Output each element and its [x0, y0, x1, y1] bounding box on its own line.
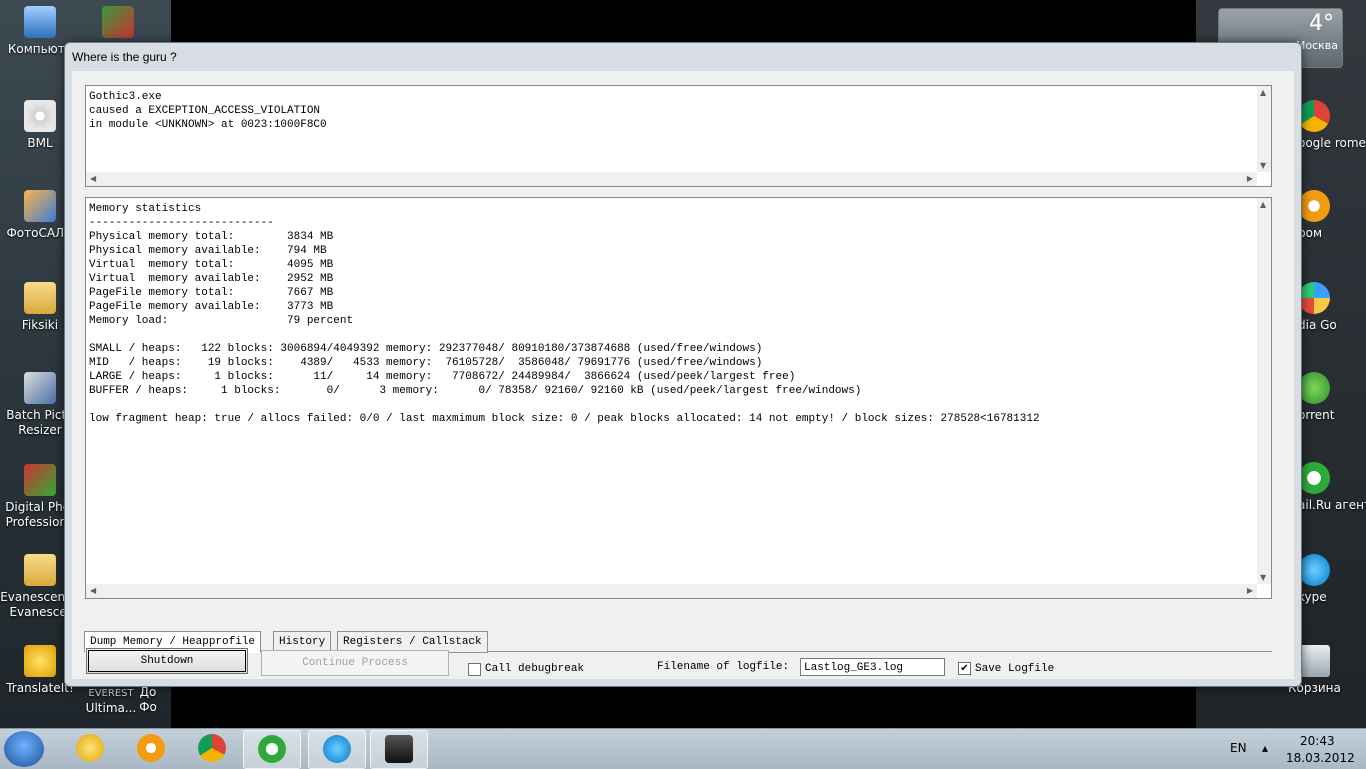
- start-button[interactable]: [4, 731, 44, 767]
- call-debugbreak-label: Call debugbreak: [485, 663, 585, 675]
- desktop-icon-label: Компьюте: [7, 42, 73, 56]
- clock-date[interactable]: 18.03.2012: [1286, 751, 1355, 765]
- scroll-left-icon[interactable]: ◀: [90, 586, 96, 595]
- gothic-icon: [385, 735, 413, 763]
- desktop-icon-label: BML: [27, 136, 53, 150]
- stats-textbox-hscrollbar[interactable]: ◀ ▶: [86, 584, 1257, 598]
- shutdown-button[interactable]: Shutdown: [86, 648, 248, 674]
- error-textbox[interactable]: Gothic3.exe caused a EXCEPTION_ACCESS_VI…: [85, 85, 1272, 187]
- desktop-icon-label: ail.Ru агент: [1298, 498, 1366, 512]
- disc-icon: [24, 100, 56, 132]
- clock-time[interactable]: 20:43: [1300, 734, 1335, 748]
- scroll-down-icon[interactable]: ▼: [1260, 573, 1266, 582]
- window-client-area: Gothic3.exe caused a EXCEPTION_ACCESS_VI…: [72, 71, 1294, 679]
- desktop-icon-label: Fiksiki: [21, 318, 59, 332]
- desktop-icon-label: oogle rome: [1298, 136, 1366, 150]
- error-textbox-vscrollbar[interactable]: ▲ ▼: [1257, 86, 1271, 172]
- desktop-icon-media-go[interactable]: dia Go: [1298, 282, 1366, 333]
- recycle-bin-icon: [1298, 645, 1330, 677]
- scroll-left-icon[interactable]: ◀: [90, 174, 96, 183]
- scroll-down-icon[interactable]: ▼: [1260, 161, 1266, 170]
- folder-icon: [24, 282, 56, 314]
- desktop-icon-chrome[interactable]: oogle rome: [1298, 100, 1366, 151]
- desktop-icon-amigo[interactable]: ром: [1298, 190, 1366, 241]
- desktop-icon-label: Фо: [139, 700, 157, 714]
- language-indicator[interactable]: EN: [1230, 741, 1247, 755]
- desktop-icon-partial[interactable]: До Фо: [128, 685, 168, 715]
- resizer-app-icon: [24, 372, 56, 404]
- taskbar: EN ▴ 20:43 18.03.2012: [0, 728, 1366, 769]
- computer-icon: [24, 6, 56, 38]
- error-text: Gothic3.exe caused a EXCEPTION_ACCESS_VI…: [89, 91, 327, 131]
- taskbar-item-browser[interactable]: [123, 730, 179, 767]
- mail-agent-icon: [258, 735, 286, 763]
- weather-temperature: 4°: [1309, 11, 1334, 36]
- logfile-name-input[interactable]: Lastlog_GE3.log: [800, 658, 945, 676]
- taskbar-item-gothic[interactable]: [370, 730, 428, 769]
- save-logfile-checkbox[interactable]: ✔: [958, 662, 971, 675]
- crash-dialog-window: Where is the guru ? Gothic3.exe caused a…: [64, 42, 1302, 687]
- skype-icon: [323, 735, 351, 763]
- network-icon: [102, 6, 134, 38]
- desktop-icon-mailru-agent[interactable]: ail.Ru агент: [1298, 462, 1366, 513]
- photo-app-icon: [24, 190, 56, 222]
- desktop-icon-label: orrent: [1298, 408, 1335, 422]
- utorrent-icon: [1298, 372, 1330, 404]
- desktop-icon-utorrent[interactable]: orrent: [1298, 372, 1366, 423]
- memory-stats-text: Memory statistics ----------------------…: [89, 203, 1040, 425]
- stats-textbox-vscrollbar[interactable]: ▲ ▼: [1257, 198, 1271, 584]
- taskbar-item-chrome[interactable]: [184, 730, 240, 767]
- media-go-icon: [1298, 282, 1330, 314]
- tray-expand-icon[interactable]: ▴: [1262, 741, 1268, 755]
- window-titlebar[interactable]: Where is the guru ?: [65, 43, 1301, 69]
- save-logfile-label: Save Logfile: [975, 663, 1055, 675]
- desktop-icon-skype[interactable]: kype: [1298, 554, 1366, 605]
- desktop-icon-label: EVEREST: [88, 688, 134, 699]
- error-textbox-hscrollbar[interactable]: ◀ ▶: [86, 172, 1257, 186]
- desktop-icon-label: dia Go: [1298, 318, 1337, 332]
- memory-stats-textbox[interactable]: Memory statistics ----------------------…: [85, 197, 1272, 599]
- call-debugbreak-checkbox[interactable]: [468, 663, 481, 676]
- taskbar-item-mail-agent[interactable]: [243, 730, 301, 769]
- scroll-right-icon[interactable]: ▶: [1247, 174, 1253, 183]
- player-icon: [76, 734, 104, 762]
- desktop-icon-network[interactable]: [78, 6, 158, 42]
- logfile-label: Filename of logfile:: [657, 661, 790, 673]
- scroll-right-icon[interactable]: ▶: [1247, 586, 1253, 595]
- translate-app-icon: [24, 645, 56, 677]
- scroll-up-icon[interactable]: ▲: [1260, 200, 1266, 209]
- photo-app-icon: [24, 464, 56, 496]
- weather-city: Москва: [1295, 39, 1338, 52]
- mail-agent-icon: [1298, 462, 1330, 494]
- browser-icon: [1298, 190, 1330, 222]
- skype-icon: [1298, 554, 1330, 586]
- window-title: Where is the guru ?: [72, 50, 177, 64]
- folder-icon: [24, 554, 56, 586]
- browser-icon: [137, 734, 165, 762]
- continue-process-button[interactable]: Continue Process: [261, 650, 449, 676]
- taskbar-item-skype[interactable]: [308, 730, 366, 769]
- chrome-icon: [198, 734, 226, 762]
- desktop-icon-label: До: [139, 685, 157, 699]
- chrome-icon: [1298, 100, 1330, 132]
- taskbar-item-vlc-player[interactable]: [62, 730, 118, 767]
- scroll-up-icon[interactable]: ▲: [1260, 88, 1266, 97]
- desktop-icon-label: kype: [1298, 590, 1327, 604]
